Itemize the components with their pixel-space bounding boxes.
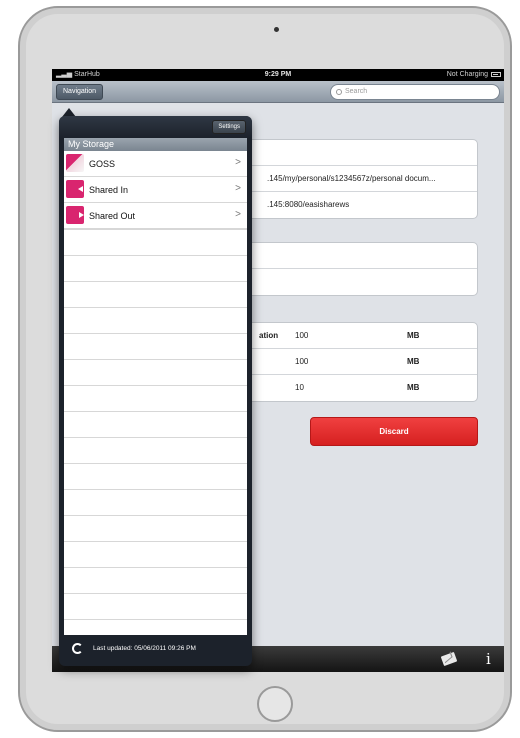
path-value: .145:8080/easisharews [267,200,350,209]
status-battery: Not Charging [447,69,501,81]
discard-button[interactable]: Discard [310,417,478,446]
status-time: 9:29 PM [264,71,292,78]
quota-value: 100 [295,331,309,340]
path-value: .145/my/personal/s1234567z/personal docu… [267,174,436,183]
popover-footer: Last updated: 05/06/2011 09:26 PM [59,635,252,666]
quota-value: 10 [295,383,304,392]
navigation-button[interactable]: Navigation [56,84,104,100]
home-button[interactable] [257,686,293,722]
list-item-shared-out[interactable]: Shared Out > [64,203,247,229]
search-placeholder: Search [345,88,368,95]
refresh-icon[interactable] [72,643,83,654]
nav-bar: Navigation Search [52,81,504,103]
status-bar: ▂▃▅ StarHub 9:29 PM Not Charging [52,69,504,81]
battery-icon [491,71,501,77]
quota-unit: MB [407,331,420,340]
shared-out-icon [66,206,84,224]
list-item-label: GOSS [89,159,116,169]
list-item-goss[interactable]: GOSS > [64,151,247,177]
list-item-shared-in[interactable]: Shared In > [64,177,247,203]
quota-value: 100 [295,357,309,366]
quota-label: ation [259,331,279,340]
info-icon[interactable]: i [486,649,491,669]
envelope-icon[interactable] [440,651,458,667]
chevron-right-icon: > [235,209,241,220]
list-item-label: Shared Out [89,211,136,221]
popover-header: Settings [59,116,252,138]
camera-dot [274,27,279,32]
navigation-popover: Settings My Storage GOSS > Shared In > S… [59,116,252,666]
last-updated-text: Last updated: 05/06/2011 09:26 PM [93,645,196,652]
section-header: My Storage [64,138,247,151]
quota-unit: MB [407,383,420,392]
list-item-label: Shared In [89,185,129,195]
storage-list[interactable]: My Storage GOSS > Shared In > Shared Out… [64,138,247,635]
search-icon [336,89,342,95]
quota-unit: MB [407,357,420,366]
chevron-right-icon: > [235,157,241,168]
goss-storage-icon [66,154,84,172]
chevron-right-icon: > [235,183,241,194]
search-input[interactable]: Search [330,84,500,100]
settings-button[interactable]: Settings [212,120,246,134]
shared-in-icon [66,180,84,198]
